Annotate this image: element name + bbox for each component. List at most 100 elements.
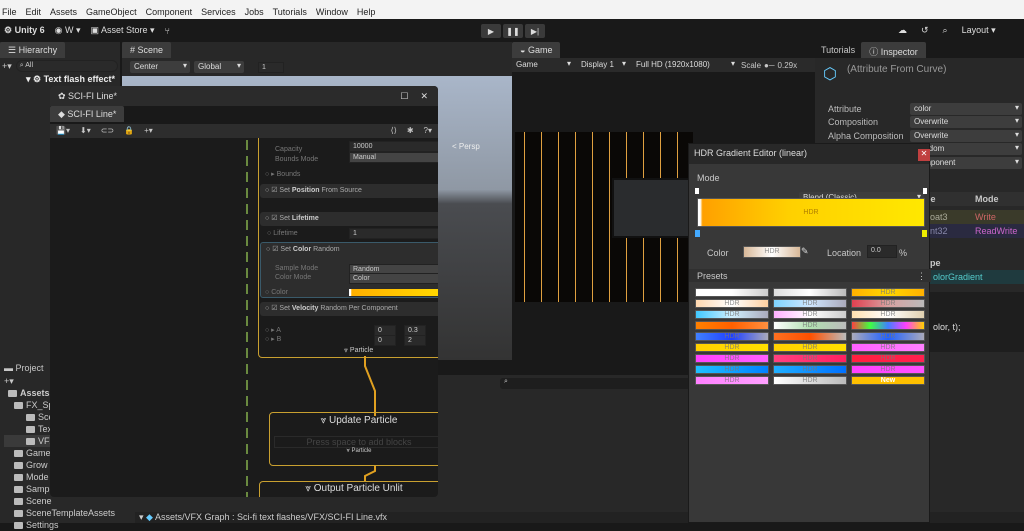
gradient-preset[interactable]: HDR [695, 332, 769, 341]
menu-help[interactable]: Help [357, 7, 376, 17]
lifetime-input[interactable]: 1 [349, 228, 438, 239]
block-checkbox[interactable]: ☑ [271, 215, 277, 222]
tab-inspector[interactable]: ⓘ Inspector [861, 42, 926, 58]
debug-button[interactable]: ✱ [407, 126, 414, 136]
resolution-dropdown[interactable]: Full HD (1920x1080) [632, 59, 738, 71]
tab-scene[interactable]: # Scene [122, 42, 172, 58]
gradient-preset[interactable]: HDR [773, 354, 847, 363]
step-button[interactable]: ▶| [525, 24, 545, 38]
gradient-preset[interactable]: HDR [851, 288, 925, 297]
color-mode-dropdown[interactable]: Color [349, 273, 438, 284]
status-path[interactable]: Assets/VFX Graph : Sci-fi text flashes/V… [155, 512, 387, 522]
block-set-velocity[interactable]: ○ ☑ Set Velocity Random Per Component [260, 302, 438, 316]
gradient-preset[interactable] [695, 321, 769, 330]
capacity-input[interactable]: 10000 [349, 141, 438, 152]
gradient-preset[interactable]: HDR [695, 310, 769, 319]
lock-icon[interactable]: 🔒 [124, 126, 134, 136]
menu-tutorials[interactable]: Tutorials [273, 7, 307, 17]
tab-game[interactable]: ◒ Game [512, 42, 561, 58]
history-icon[interactable]: ↺ [921, 25, 929, 36]
particle-output-port[interactable]: ⩔ Particle [344, 347, 373, 355]
gradient-preset[interactable]: HDR [695, 376, 769, 385]
search-icon[interactable]: ⌕ [943, 25, 948, 36]
update-particle-context[interactable]: ⩔ Update Particle Press space to add blo… [269, 412, 438, 466]
color-key-left[interactable] [695, 230, 700, 237]
close-button[interactable]: ✕ [420, 91, 428, 102]
location-input[interactable]: 0.0 [867, 245, 897, 258]
add-blocks-placeholder[interactable]: Press space to add blocks [274, 436, 438, 448]
console-search[interactable]: ⌕ [500, 378, 690, 389]
new-preset-button[interactable]: New [851, 376, 925, 385]
space-dropdown[interactable]: Global [194, 61, 244, 73]
gradient-preset[interactable]: HDR [851, 365, 925, 374]
gradient-preset[interactable]: HDR [695, 365, 769, 374]
layout-dropdown[interactable]: Layout ▾ [962, 25, 996, 36]
gradient-preset[interactable] [695, 288, 769, 297]
tab-hierarchy[interactable]: ☰ Hierarchy [0, 42, 66, 58]
add-button[interactable]: +▾ [2, 61, 12, 72]
unity-logo-button[interactable]: ⚙ Unity 6 [4, 25, 45, 36]
gradient-preset[interactable] [773, 288, 847, 297]
play-button[interactable]: ▶ [481, 24, 501, 38]
block-checkbox[interactable]: ☑ [271, 305, 277, 312]
bounds-mode-dropdown[interactable]: Manual [349, 152, 438, 163]
project-folder[interactable]: Settings [4, 519, 135, 531]
gradient-preset[interactable]: HDR [773, 343, 847, 352]
alpha-key-left[interactable] [695, 188, 699, 194]
b-y-input[interactable]: 2 [404, 335, 426, 346]
menu-edit[interactable]: Edit [26, 7, 42, 17]
menu-window[interactable]: Window [316, 7, 348, 17]
grid-size-input[interactable]: 1 [258, 61, 284, 73]
add-node-button[interactable]: +▾ [144, 126, 153, 136]
pivot-dropdown[interactable]: Center [130, 61, 190, 73]
gradient-preset[interactable]: HDR [773, 299, 847, 308]
gradient-preset[interactable]: HDR [773, 376, 847, 385]
compile-button[interactable]: ⬇▾ [80, 126, 91, 136]
gradient-preset[interactable]: HDR [851, 343, 925, 352]
tab-tutorials[interactable]: Tutorials [815, 42, 861, 58]
link-button[interactable]: ⊂⊃ [101, 126, 114, 136]
project-folder[interactable]: SceneTemplateAssets [4, 507, 135, 519]
gradient-preset[interactable]: HDR [851, 299, 925, 308]
blackboard-button[interactable]: ⟨⟩ [391, 126, 397, 136]
block-checkbox[interactable]: ☑ [272, 246, 278, 253]
gradient-preset[interactable]: HDR [851, 332, 925, 341]
maximize-button[interactable]: ☐ [400, 91, 408, 102]
gradient-preset[interactable]: HDR [695, 299, 769, 308]
account-button[interactable]: ◉ W ▾ [55, 25, 81, 36]
b-x-input[interactable]: 0 [374, 335, 396, 346]
menu-jobs[interactable]: Jobs [245, 7, 264, 17]
tab-vfx-graph[interactable]: ◆ SCI-FI Line* [50, 106, 125, 122]
game-mode-dropdown[interactable]: Game [512, 59, 574, 71]
asset-store-button[interactable]: ▣ Asset Store ▾ [90, 25, 154, 36]
presets-menu-icon[interactable]: ⋮ [917, 271, 926, 282]
menu-component[interactable]: Component [146, 7, 193, 17]
help-button[interactable]: ?▾ [424, 126, 432, 136]
scale-slider[interactable]: ●─ [764, 61, 775, 70]
display-dropdown[interactable]: Display 1 [577, 59, 629, 71]
pause-button[interactable]: ❚❚ [503, 24, 523, 38]
block-set-position[interactable]: ○ ☑ Set Position From Source [260, 184, 438, 198]
menu-gameobject[interactable]: GameObject [86, 7, 137, 17]
eyedropper-icon[interactable]: ✎ [801, 246, 809, 257]
gradient-preset[interactable]: HDR [773, 321, 847, 330]
gradient-preset[interactable]: HDR [851, 310, 925, 319]
menu-services[interactable]: Services [201, 7, 236, 17]
menu-assets[interactable]: Assets [50, 7, 77, 17]
gradient-preset[interactable] [851, 321, 925, 330]
row-dropdown[interactable]: Overwrite [910, 116, 1022, 129]
close-button[interactable]: ✕ [918, 149, 930, 161]
color-key-right[interactable] [922, 230, 927, 237]
color-gradient-field[interactable] [349, 289, 438, 296]
row-dropdown[interactable]: color [910, 102, 1022, 115]
hierarchy-search[interactable]: ⌕ All [15, 60, 118, 72]
block-set-lifetime[interactable]: ○ ☑ Set Lifetime [260, 212, 438, 226]
cloud-icon[interactable]: ☁ [898, 25, 907, 36]
gradient-preset[interactable]: HDR [773, 310, 847, 319]
alpha-key-right[interactable] [923, 188, 927, 194]
gradient-preset[interactable]: HDR [695, 343, 769, 352]
gradient-preset[interactable]: HDR [773, 365, 847, 374]
gradient-preview[interactable]: HDR [697, 198, 925, 227]
block-checkbox[interactable]: ☑ [271, 187, 277, 194]
gradient-preset[interactable]: HDR [851, 354, 925, 363]
